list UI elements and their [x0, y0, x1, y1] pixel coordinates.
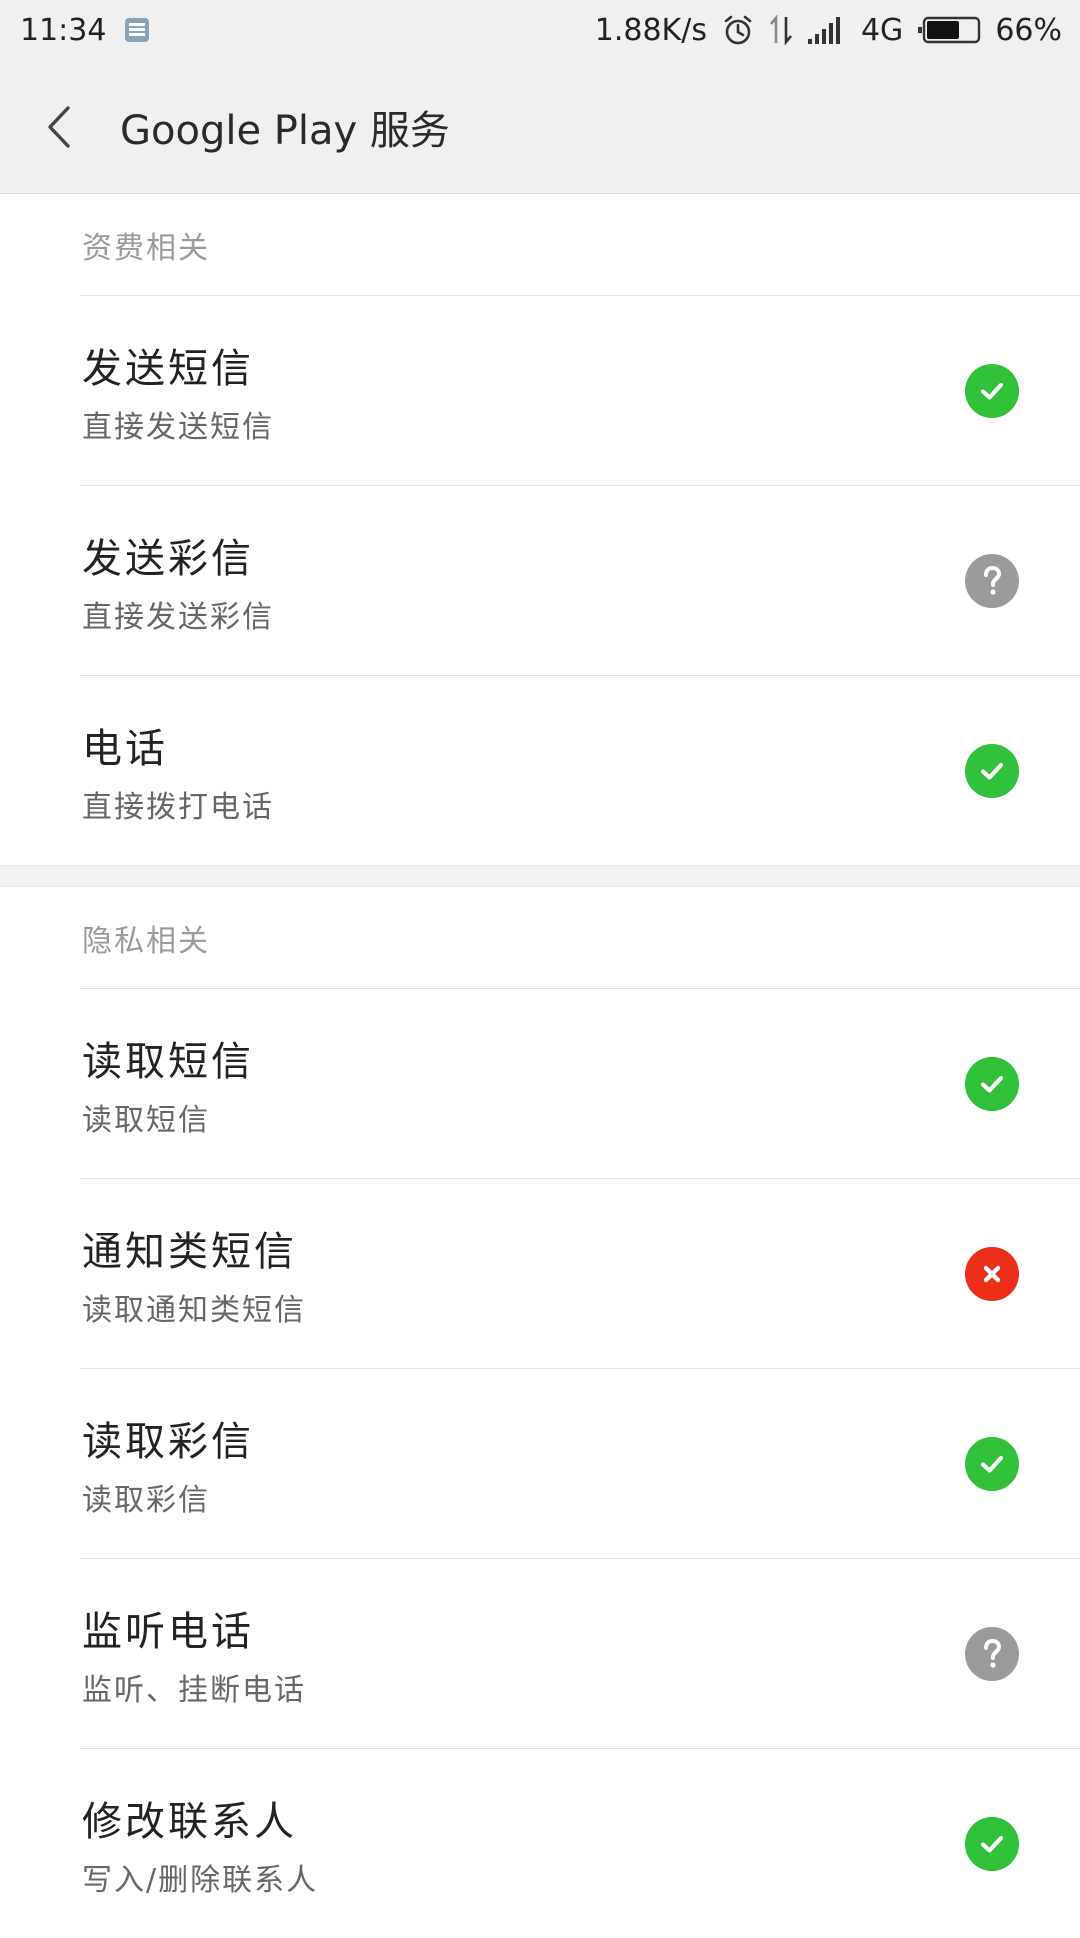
chevron-left-icon — [48, 105, 70, 148]
question-icon[interactable] — [965, 1626, 1019, 1681]
status-left: 11:34 — [20, 13, 150, 48]
check-icon[interactable] — [965, 1816, 1019, 1871]
signal-icon — [807, 15, 847, 45]
permission-row-send-mms[interactable]: 发送彩信 直接发送彩信 — [0, 486, 1080, 675]
permission-desc: 读取通知类短信 — [82, 1292, 306, 1328]
permission-row-read-sms[interactable]: 读取短信 读取短信 — [0, 989, 1080, 1178]
network-type: 4G — [860, 12, 904, 48]
permission-desc: 监听、挂断电话 — [82, 1672, 306, 1708]
permission-text: 发送短信 直接发送短信 — [82, 336, 274, 446]
permission-desc: 写入/删除联系人 — [82, 1862, 319, 1898]
permission-text: 监听电话 监听、挂断电话 — [82, 1599, 306, 1709]
permission-text: 通知类短信 读取通知类短信 — [82, 1219, 306, 1329]
back-button[interactable] — [0, 60, 120, 194]
data-transfer-icon — [769, 13, 793, 47]
section-privacy: 隐私相关 读取短信 读取短信 通知类短信 读取通知类短信 读取彩信 读取彩信 监… — [0, 887, 1080, 1938]
permission-desc: 直接发送彩信 — [82, 599, 274, 635]
status-right: 1.88K/s 4G 66% — [595, 13, 1062, 48]
permission-title: 通知类短信 — [82, 1228, 297, 1275]
permission-desc: 直接发送短信 — [82, 409, 274, 445]
battery-icon — [917, 15, 981, 45]
permission-desc: 读取短信 — [82, 1102, 210, 1138]
battery-percent: 66% — [995, 12, 1062, 48]
permission-row-monitor-calls[interactable]: 监听电话 监听、挂断电话 — [0, 1559, 1080, 1748]
permission-title: 发送短信 — [82, 345, 254, 392]
section-header: 隐私相关 — [82, 923, 210, 959]
permission-desc: 读取彩信 — [82, 1482, 210, 1518]
permission-row-read-mms[interactable]: 读取彩信 读取彩信 — [0, 1369, 1080, 1558]
permission-row-modify-contacts[interactable]: 修改联系人 写入/删除联系人 — [0, 1749, 1080, 1938]
permission-title: 发送彩信 — [82, 535, 254, 582]
permission-text: 电话 直接拨打电话 — [82, 716, 274, 826]
permission-row-send-sms[interactable]: 发送短信 直接发送短信 — [0, 296, 1080, 485]
permission-row-notification-sms[interactable]: 通知类短信 读取通知类短信 — [0, 1179, 1080, 1368]
permission-title: 电话 — [82, 725, 168, 772]
check-icon[interactable] — [965, 1056, 1019, 1111]
check-icon[interactable] — [965, 1436, 1019, 1491]
permission-title: 读取短信 — [82, 1038, 254, 1085]
alarm-icon — [721, 13, 755, 47]
permission-text: 发送彩信 直接发送彩信 — [82, 526, 274, 636]
permission-text: 读取彩信 读取彩信 — [82, 1409, 254, 1519]
cross-icon[interactable] — [965, 1246, 1019, 1301]
permission-text: 读取短信 读取短信 — [82, 1029, 254, 1139]
permission-row-phone[interactable]: 电话 直接拨打电话 — [0, 676, 1080, 865]
question-icon[interactable] — [965, 553, 1019, 608]
section-billing: 资费相关 发送短信 直接发送短信 发送彩信 直接发送彩信 电话 直接拨打电话 — [0, 194, 1080, 865]
permission-desc: 直接拨打电话 — [82, 789, 274, 825]
permission-title: 监听电话 — [82, 1608, 254, 1655]
section-gap — [0, 865, 1080, 887]
section-header: 资费相关 — [82, 230, 210, 266]
notification-app-icon — [124, 17, 150, 43]
page-title: Google Play 服务 — [120, 107, 450, 154]
app-bar: Google Play 服务 — [0, 60, 1080, 194]
permission-list: 资费相关 发送短信 直接发送短信 发送彩信 直接发送彩信 电话 直接拨打电话 隐… — [0, 194, 1080, 1938]
check-icon[interactable] — [965, 363, 1019, 418]
check-icon[interactable] — [965, 743, 1019, 798]
status-time: 11:34 — [20, 12, 107, 48]
status-bar: 11:34 1.88K/s 4G 66% — [0, 0, 1080, 60]
permission-title: 修改联系人 — [82, 1798, 297, 1845]
net-speed: 1.88K/s — [594, 12, 707, 48]
permission-text: 修改联系人 写入/删除联系人 — [82, 1789, 318, 1899]
permission-title: 读取彩信 — [82, 1418, 254, 1465]
